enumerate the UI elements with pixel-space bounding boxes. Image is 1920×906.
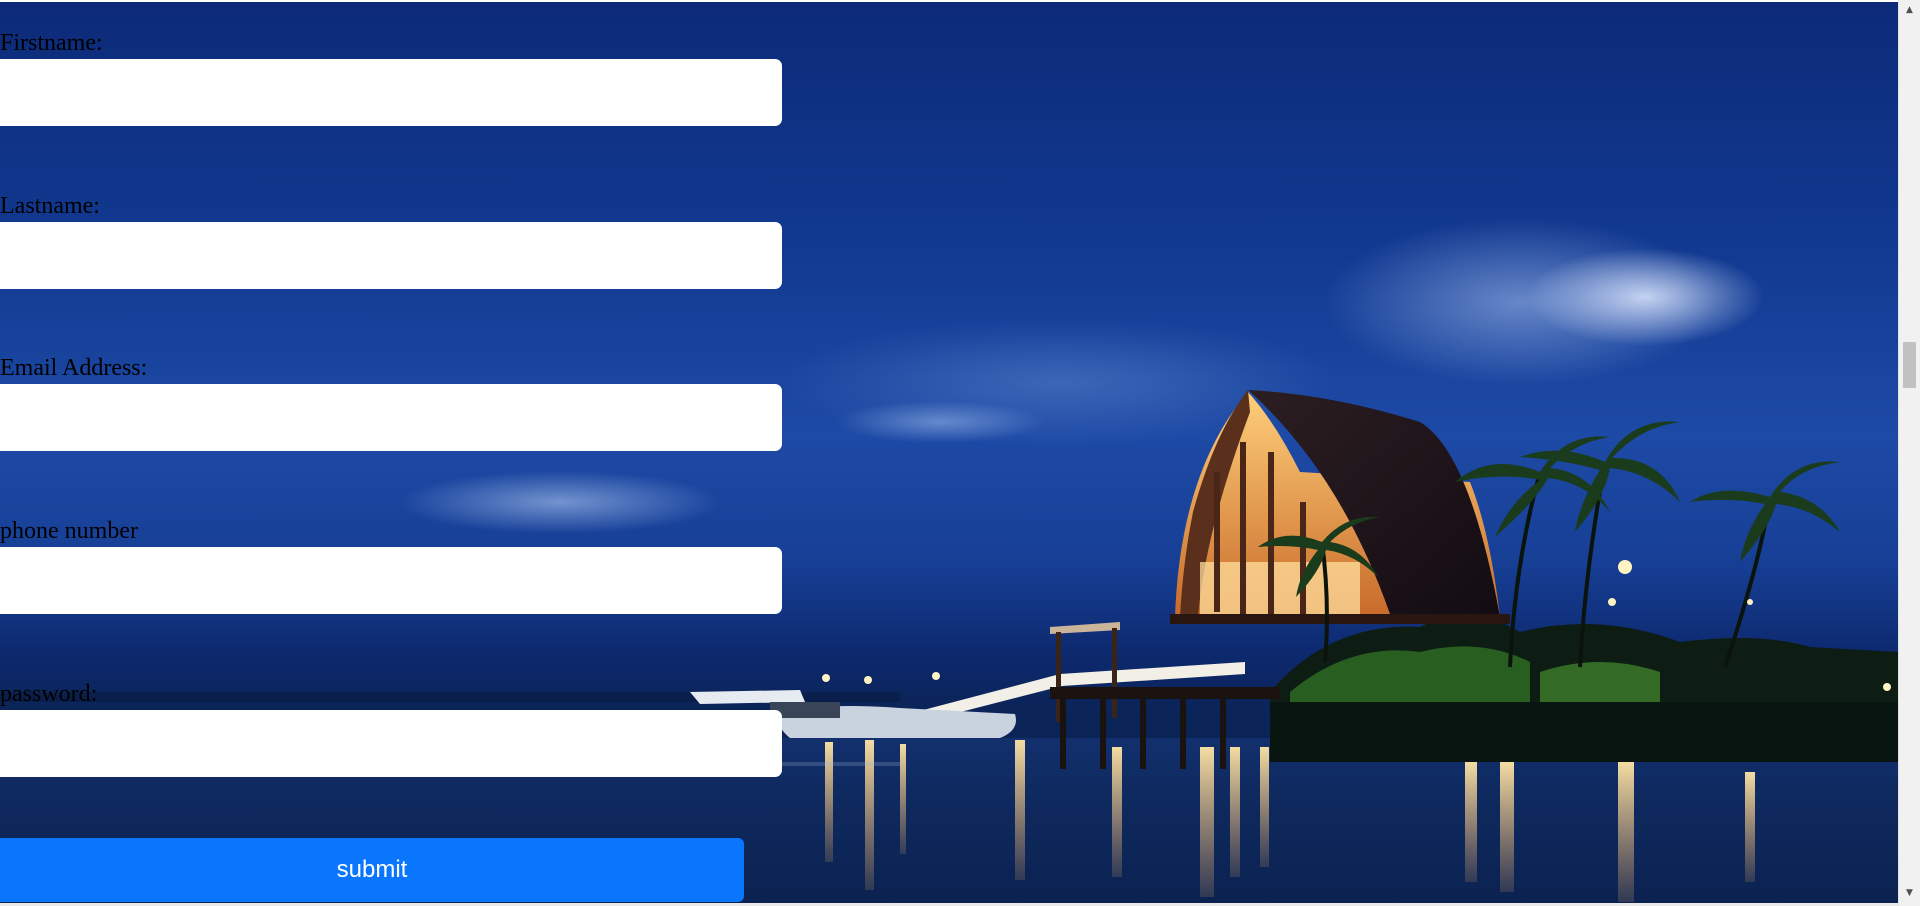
submit-button[interactable]: submit	[0, 838, 744, 902]
firstname-input[interactable]	[0, 59, 782, 126]
lastname-label: Lastname:	[0, 193, 100, 219]
email-label: Email Address:	[0, 355, 148, 381]
password-input[interactable]	[0, 710, 782, 777]
email-input[interactable]	[0, 384, 782, 451]
firstname-label: Firstname:	[0, 30, 103, 56]
password-label: password:	[0, 681, 98, 707]
chevron-up-icon[interactable]: ▲	[1899, 1, 1920, 19]
lastname-input[interactable]	[0, 222, 782, 289]
scrollbar-thumb[interactable]	[1903, 342, 1916, 388]
phone-number-label: phone number	[0, 518, 138, 544]
chevron-down-icon[interactable]: ▼	[1899, 884, 1920, 902]
vertical-scrollbar[interactable]: ▲ ▼	[1898, 0, 1920, 906]
phone-number-input[interactable]	[0, 547, 782, 614]
